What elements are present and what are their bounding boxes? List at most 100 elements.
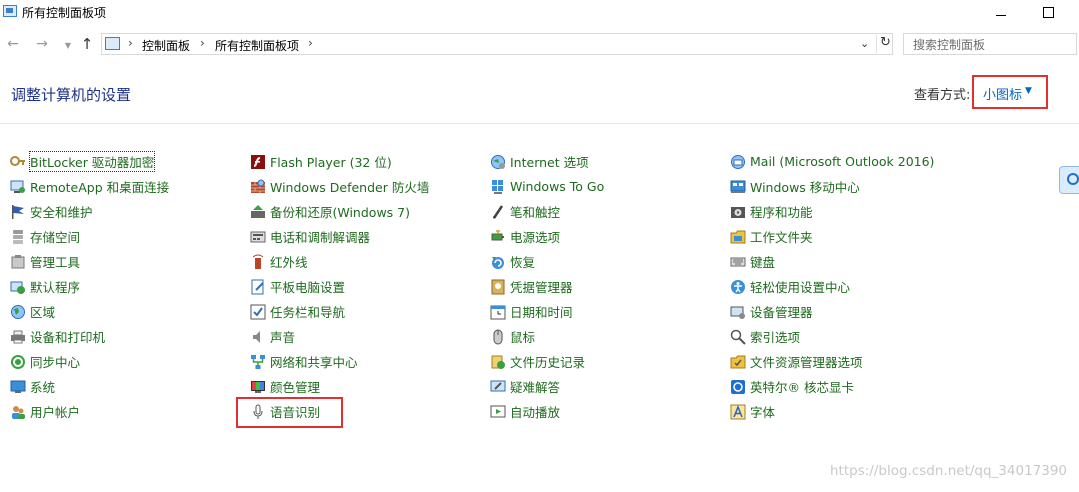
cp-item[interactable]: 笔和触控 [490,199,604,224]
cp-item[interactable]: BitLocker 驱动器加密 [10,149,169,174]
breadcrumb-separator[interactable]: › [128,36,133,50]
view-by-value[interactable]: 小图标 [983,84,1022,103]
cp-item[interactable]: 区域 [10,299,169,324]
forward-button[interactable]: → [33,36,51,52]
recent-locations-button[interactable]: ▼ [59,41,77,50]
cp-item-label[interactable]: 程序和功能 [750,202,813,221]
cp-item-label[interactable]: 轻松使用设置中心 [750,277,850,296]
cp-item-label[interactable]: 设备和打印机 [30,327,105,346]
cp-item[interactable]: 恢复 [490,249,604,274]
cp-item-label[interactable]: 键盘 [750,252,775,271]
cp-item[interactable]: 网络和共享中心 [250,349,429,374]
cp-item[interactable]: 电源选项 [490,224,604,249]
cp-item-label[interactable]: 颜色管理 [270,377,320,396]
cp-item-label[interactable]: Windows To Go [510,179,604,194]
cp-item[interactable]: 平板电脑设置 [250,274,429,299]
cp-item-label[interactable]: 电源选项 [510,227,560,246]
cp-item-label[interactable]: 凭据管理器 [510,277,573,296]
cp-item-label[interactable]: Windows Defender 防火墙 [270,177,429,196]
dropdown-arrow-icon[interactable]: ▼ [1025,86,1032,96]
cp-item-label[interactable]: Internet 选项 [510,152,589,171]
cp-item-label[interactable]: 声音 [270,327,295,346]
cp-item-label[interactable]: 笔和触控 [510,202,560,221]
search-box[interactable] [903,33,1077,55]
cp-item-label[interactable]: 区域 [30,302,55,321]
maximize-button[interactable] [1025,0,1071,26]
cp-item[interactable]: 系统 [10,374,169,399]
cp-item-label[interactable]: 默认程序 [30,277,80,296]
cp-item[interactable]: 用户帐户 [10,399,169,424]
cp-item[interactable]: 文件资源管理器选项 [730,349,934,374]
cp-item[interactable]: 英特尔® 核芯显卡 [730,374,934,399]
cp-item-label[interactable]: 同步中心 [30,352,80,371]
cp-item[interactable]: 设备管理器 [730,299,934,324]
view-by-dropdown[interactable]: 小图标 ▼ [972,75,1048,109]
cp-item[interactable]: Windows To Go [490,174,604,199]
cp-item-label[interactable]: RemoteApp 和桌面连接 [30,177,169,196]
cp-item-label[interactable]: 存储空间 [30,227,80,246]
cp-item-label[interactable]: 网络和共享中心 [270,352,358,371]
cp-item[interactable]: 红外线 [250,249,429,274]
refresh-icon[interactable]: ↻ [876,35,891,53]
cp-item[interactable]: 同步中心 [10,349,169,374]
cp-item-label[interactable]: 索引选项 [750,327,800,346]
cp-item[interactable]: Internet 选项 [490,149,604,174]
cp-item-label[interactable]: 疑难解答 [510,377,560,396]
address-dropdown-icon[interactable]: ⌄ [860,37,869,50]
cp-item-label[interactable]: 鼠标 [510,327,535,346]
cp-item[interactable]: Flash Player (32 位) [250,149,429,174]
cp-item-label[interactable]: 自动播放 [510,402,560,421]
cp-item[interactable]: 备份和还原(Windows 7) [250,199,429,224]
cp-item-label[interactable]: 文件历史记录 [510,352,585,371]
cp-item[interactable]: 电话和调制解调器 [250,224,429,249]
cp-item-label[interactable]: 恢复 [510,252,535,271]
cp-item-label[interactable]: 系统 [30,377,55,396]
breadcrumb-separator[interactable]: › [200,36,205,50]
cp-item-label[interactable]: 文件资源管理器选项 [750,352,863,371]
cp-item[interactable]: Mail (Microsoft Outlook 2016) [730,149,934,174]
breadcrumb-control-panel[interactable]: 控制面板 [142,37,190,54]
cp-item-label[interactable]: 红外线 [270,252,308,271]
cp-item-label[interactable]: 平板电脑设置 [270,277,345,296]
cp-item-label[interactable]: BitLocker 驱动器加密 [28,151,156,172]
cp-item[interactable]: 凭据管理器 [490,274,604,299]
cp-item[interactable]: 颜色管理 [250,374,429,399]
cp-item[interactable]: RemoteApp 和桌面连接 [10,174,169,199]
cp-item[interactable]: 存储空间 [10,224,169,249]
breadcrumb-all-items[interactable]: 所有控制面板项 [215,37,299,54]
back-button[interactable]: ← [4,36,22,52]
cp-item-label[interactable]: 电话和调制解调器 [270,227,370,246]
breadcrumb-separator[interactable]: › [308,36,313,50]
cp-item[interactable]: 管理工具 [10,249,169,274]
cp-item-label[interactable]: 备份和还原(Windows 7) [270,202,410,221]
cp-item-label[interactable]: 字体 [750,402,775,421]
cp-item[interactable]: 键盘 [730,249,934,274]
up-button[interactable]: ↑ [78,35,96,53]
cp-item-label[interactable]: 英特尔® 核芯显卡 [750,377,854,396]
cp-item[interactable]: 疑难解答 [490,374,604,399]
cp-item-label[interactable]: Mail (Microsoft Outlook 2016) [750,154,934,169]
side-floating-button[interactable] [1059,166,1079,194]
cp-item-label[interactable]: 日期和时间 [510,302,573,321]
cp-item[interactable]: 日期和时间 [490,299,604,324]
cp-item-label[interactable]: 工作文件夹 [750,227,813,246]
cp-item[interactable]: 工作文件夹 [730,224,934,249]
cp-item[interactable]: 自动播放 [490,399,604,424]
cp-item[interactable]: 设备和打印机 [10,324,169,349]
search-input[interactable] [911,35,1065,55]
cp-item[interactable]: 索引选项 [730,324,934,349]
cp-item-label[interactable]: 设备管理器 [750,302,813,321]
cp-item[interactable]: 文件历史记录 [490,349,604,374]
cp-item-label[interactable]: 管理工具 [30,252,80,271]
cp-item-label[interactable]: 用户帐户 [30,402,80,421]
cp-item-label[interactable]: Flash Player (32 位) [270,152,392,171]
cp-item[interactable]: 轻松使用设置中心 [730,274,934,299]
cp-item[interactable]: 声音 [250,324,429,349]
minimize-button[interactable] [978,0,1024,26]
cp-item[interactable]: 鼠标 [490,324,604,349]
cp-item[interactable]: Windows 移动中心 [730,174,934,199]
cp-item[interactable]: 默认程序 [10,274,169,299]
cp-item[interactable]: 字体 [730,399,934,424]
cp-item[interactable]: Windows Defender 防火墙 [250,174,429,199]
cp-item-label[interactable]: 安全和维护 [30,202,93,221]
